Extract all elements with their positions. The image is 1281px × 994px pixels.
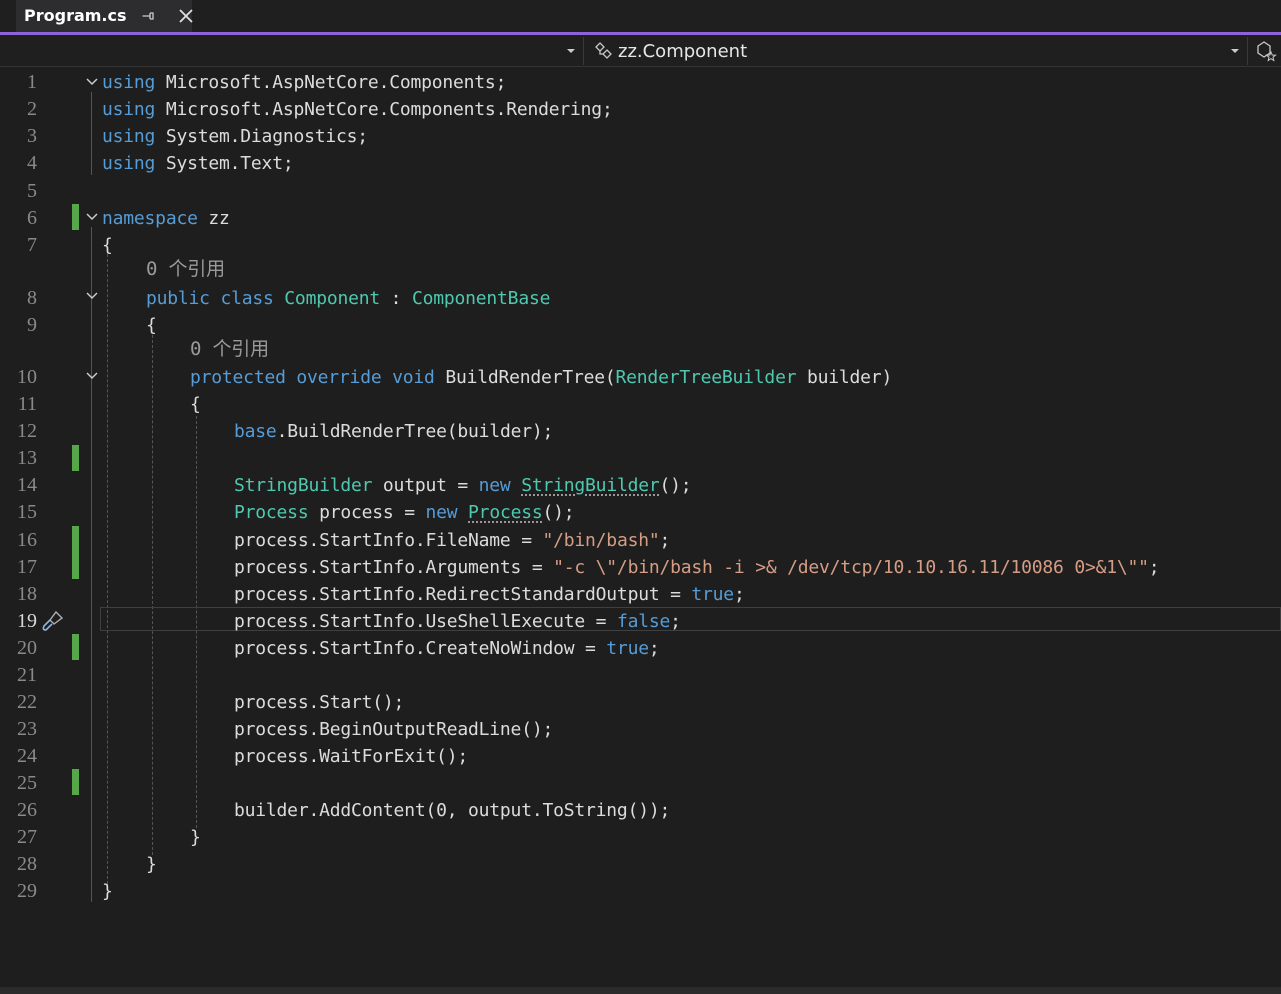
fold-chevron-icon[interactable] — [86, 212, 98, 222]
line-number: 25 — [17, 772, 37, 794]
class-member-icon — [595, 42, 612, 59]
line-number: 24 — [17, 745, 37, 767]
reference-count-hint[interactable]: 0 个引用 — [190, 336, 269, 363]
code-line: public class Component : ComponentBase — [146, 288, 551, 309]
change-marker — [72, 634, 79, 660]
line-number: 3 — [27, 125, 37, 147]
line-number: 28 — [17, 853, 37, 875]
line-number: 11 — [17, 393, 37, 415]
change-marker — [72, 204, 79, 230]
line-number: 15 — [17, 501, 37, 523]
code-line-current: process.StartInfo.UseShellExecute = fals… — [234, 611, 681, 632]
code-line: namespace zz — [102, 208, 230, 229]
indent-guide — [152, 335, 153, 855]
type-dropdown[interactable] — [0, 37, 584, 65]
fold-chevron-icon[interactable] — [86, 371, 98, 381]
line-number: 5 — [27, 180, 37, 202]
outline-line — [91, 92, 92, 175]
outline-line — [91, 227, 92, 902]
code-line: process.StartInfo.CreateNoWindow = true; — [234, 638, 660, 659]
line-number: 10 — [17, 366, 37, 388]
indent-guide — [107, 254, 108, 884]
code-line: base.BuildRenderTree(builder); — [234, 421, 554, 442]
fold-chevron-icon[interactable] — [86, 77, 98, 87]
line-number: 7 — [27, 234, 37, 256]
line-number: 6 — [27, 207, 37, 229]
code-line: { — [146, 315, 157, 336]
line-number: 4 — [27, 152, 37, 174]
code-line: using System.Diagnostics; — [102, 126, 368, 147]
pin-icon[interactable] — [142, 9, 156, 23]
line-number: 29 — [17, 880, 37, 902]
reference-count-hint[interactable]: 0 个引用 — [146, 256, 225, 283]
code-line: using System.Text; — [102, 153, 294, 174]
member-dropdown-label: zz.Component — [618, 41, 748, 62]
navigation-bar: zz.Component — [0, 35, 1281, 67]
code-line: } — [102, 881, 113, 902]
code-line: process.StartInfo.FileName = "/bin/bash"… — [234, 530, 671, 551]
code-editor[interactable]: 1 2 3 4 5 6 7 8 9 10 11 12 13 14 15 16 1… — [0, 67, 1281, 987]
line-number-current: 19 — [17, 610, 37, 632]
line-number: 12 — [17, 420, 37, 442]
line-number: 8 — [27, 287, 37, 309]
code-line: Process process = new Process(); — [234, 502, 575, 523]
tab-program-cs[interactable]: Program.cs — [16, 0, 193, 32]
quick-actions-brush-icon[interactable] — [40, 608, 66, 634]
code-line: } — [146, 854, 157, 875]
code-line: process.StartInfo.Arguments = "-c \"/bin… — [234, 557, 1160, 578]
code-line: StringBuilder output = new StringBuilder… — [234, 475, 692, 496]
line-number: 23 — [17, 718, 37, 740]
line-number: 18 — [17, 583, 37, 605]
line-number: 22 — [17, 691, 37, 713]
tab-title: Program.cs — [24, 6, 127, 25]
code-line: } — [190, 827, 201, 848]
line-number: 27 — [17, 826, 37, 848]
line-number: 2 — [27, 98, 37, 120]
fold-chevron-icon[interactable] — [86, 291, 98, 301]
code-line: { — [190, 394, 201, 415]
code-line: process.BeginOutputReadLine(); — [234, 719, 554, 740]
change-marker — [72, 445, 79, 471]
change-marker — [72, 526, 79, 579]
line-number: 9 — [27, 314, 37, 336]
chevron-down-icon — [567, 49, 575, 53]
line-number: 20 — [17, 637, 37, 659]
line-number: 21 — [17, 664, 37, 686]
code-line: process.Start(); — [234, 692, 405, 713]
code-line: using Microsoft.AspNetCore.Components.Re… — [102, 99, 613, 120]
close-icon[interactable] — [176, 6, 196, 26]
member-dropdown[interactable]: zz.Component — [588, 37, 1248, 65]
document-tab-bar: Program.cs — [0, 0, 1281, 32]
line-number: 16 — [17, 529, 37, 551]
add-member-icon[interactable] — [1254, 39, 1278, 63]
line-number: 13 — [17, 447, 37, 469]
line-number: 26 — [17, 799, 37, 821]
code-line: protected override void BuildRenderTree(… — [190, 367, 893, 388]
change-marker — [72, 769, 79, 795]
chevron-down-icon — [1231, 49, 1239, 53]
code-line: using Microsoft.AspNetCore.Components; — [102, 72, 507, 93]
line-number: 14 — [17, 474, 37, 496]
line-number: 17 — [17, 556, 37, 578]
code-line: { — [102, 235, 113, 256]
code-line: builder.AddContent(0, output.ToString())… — [234, 800, 671, 821]
code-line: process.StartInfo.RedirectStandardOutput… — [234, 584, 745, 605]
code-line: process.WaitForExit(); — [234, 746, 469, 767]
line-number: 1 — [27, 71, 37, 93]
status-bar — [0, 987, 1281, 994]
